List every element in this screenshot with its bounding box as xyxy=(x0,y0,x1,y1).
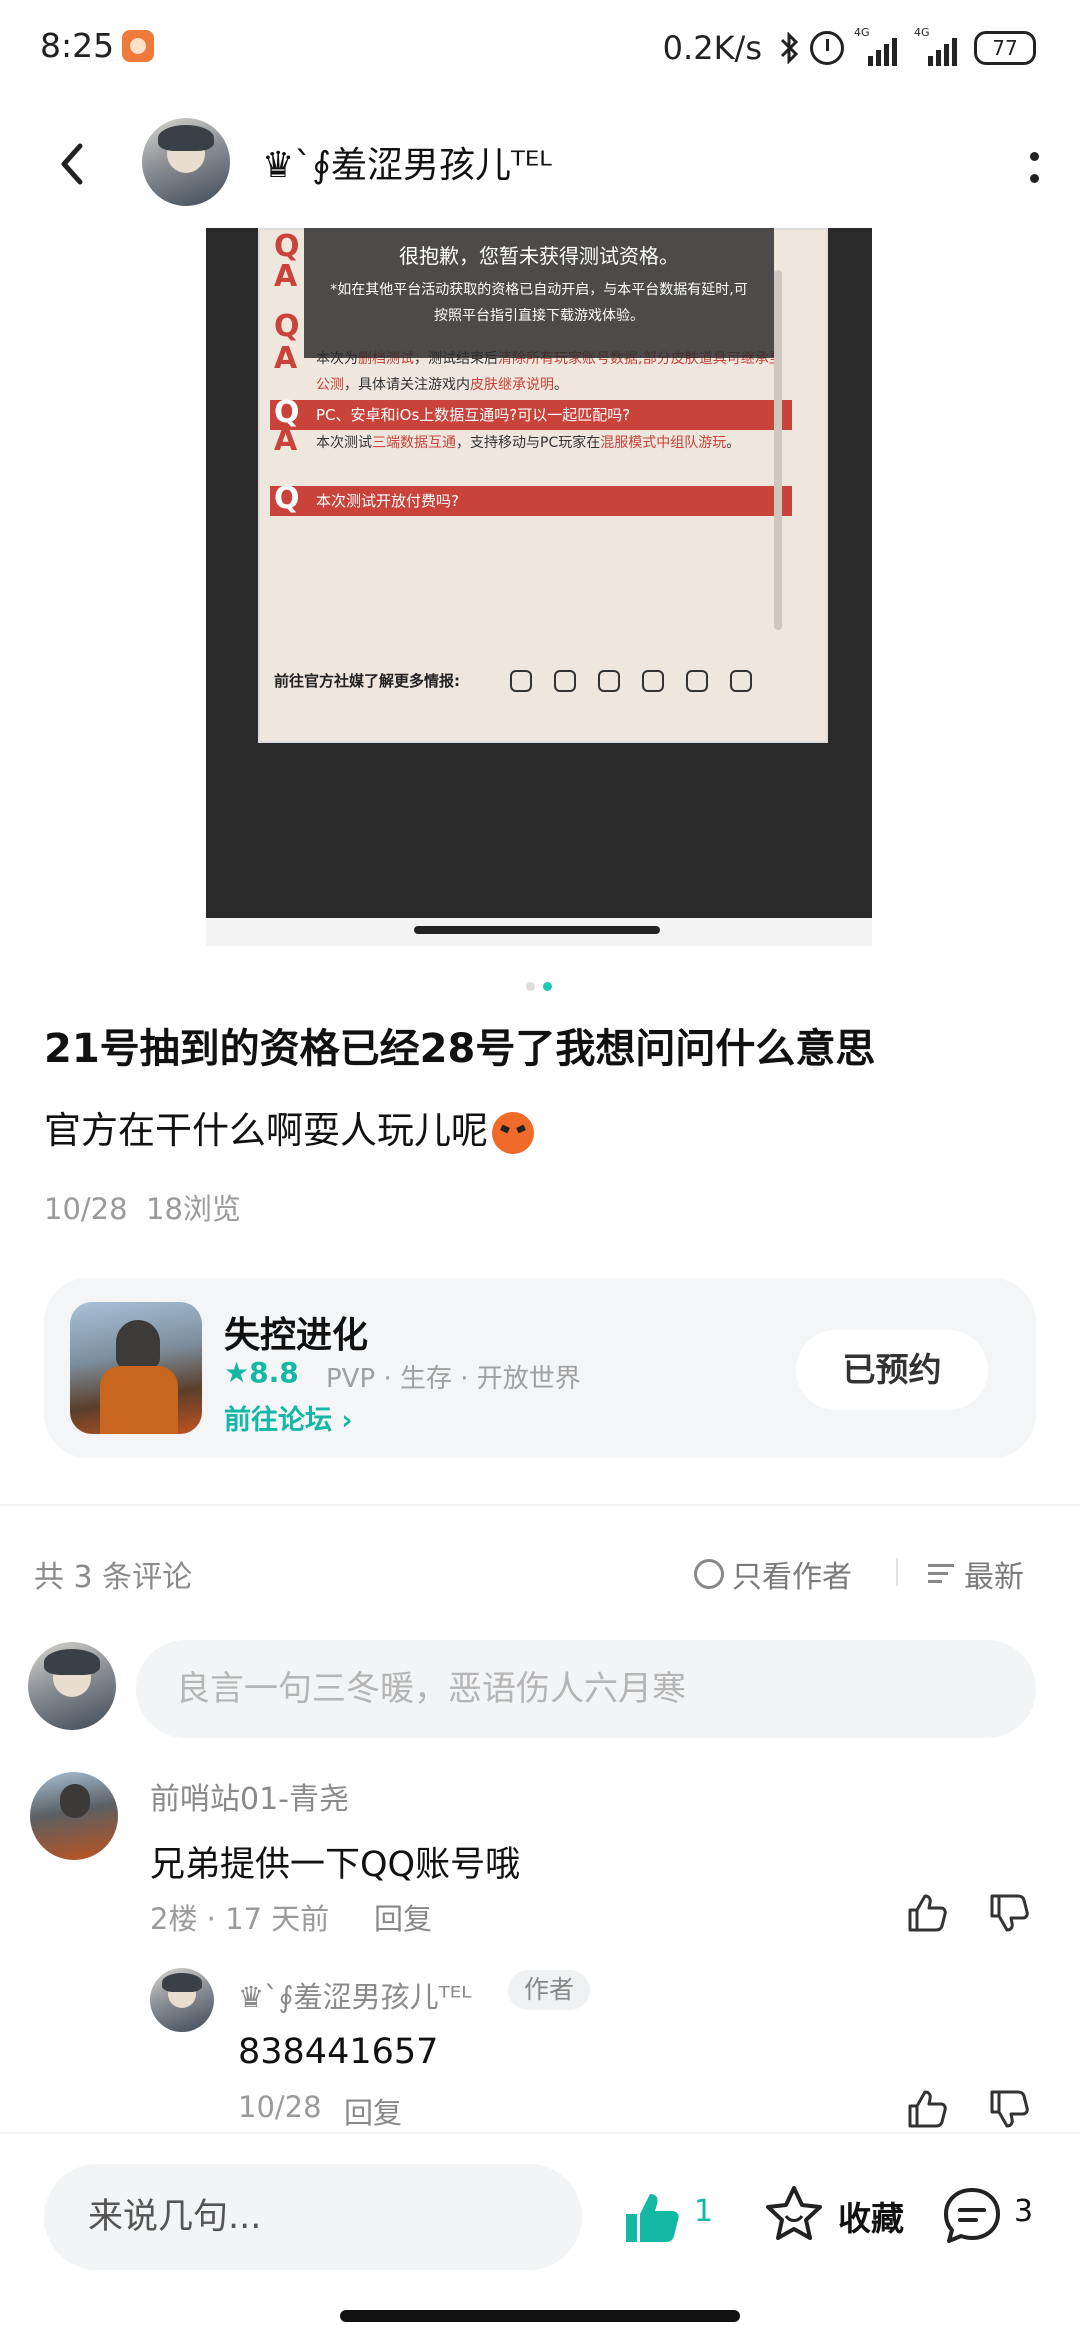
social-label: 前往官方社媒了解更多情报: xyxy=(274,672,460,690)
faq-question: PC、安卓和iOs上数据互通吗?可以一起匹配吗? xyxy=(316,406,631,424)
reply-time: 10/28 xyxy=(238,2090,322,2124)
author-avatar[interactable] xyxy=(142,118,230,206)
app-notification-icon xyxy=(122,30,154,62)
reserved-button[interactable]: 已预约 xyxy=(796,1330,988,1410)
bluetooth-icon xyxy=(778,31,800,65)
forum-link[interactable]: 前往论坛 › xyxy=(224,1398,353,1437)
status-time: 8:25 xyxy=(40,26,115,65)
toast-overlay: 很抱歉，您暂未获得测试资格。 *如在其他平台活动获取的资格已自动开启，与本平台数… xyxy=(304,228,774,358)
network-speed: 0.2K/s xyxy=(662,29,762,67)
faq-a-mark: A xyxy=(274,423,298,458)
bilibili-icon xyxy=(554,670,576,692)
sort-latest-button[interactable]: 最新 xyxy=(928,1552,1024,1596)
faq-q-mark: Q xyxy=(274,309,300,344)
post-meta: 10/28 18浏览 xyxy=(44,1186,241,1228)
signal-type-label: 4G xyxy=(854,26,870,39)
more-vertical-icon[interactable] xyxy=(1024,148,1044,188)
post-header: ♛`∮羞涩男孩儿ᵀᴱᴸ xyxy=(0,100,1080,230)
alarm-icon xyxy=(810,31,844,65)
author-only-label: 只看作者 xyxy=(732,1560,852,1595)
my-avatar xyxy=(28,1642,116,1730)
thumbs-up-icon[interactable] xyxy=(904,1890,950,1936)
wechat-icon xyxy=(642,670,664,692)
signal-icon: 4G xyxy=(914,26,964,66)
toast-text: *如在其他平台活动获取的资格已自动开启，与本平台数据有延时,可按照平台指引直接下… xyxy=(330,282,748,324)
thumbs-up-icon[interactable] xyxy=(904,2086,950,2132)
back-arrow-icon[interactable] xyxy=(50,140,98,188)
favorite-label[interactable]: 收藏 xyxy=(838,2192,904,2240)
social-icons xyxy=(510,670,752,692)
battery-icon: 77 xyxy=(974,31,1036,65)
bottom-action-bar: 1 收藏 3 xyxy=(0,2132,1080,2340)
reply-author-name[interactable]: ♛`∮羞涩男孩儿ᵀᴱᴸ xyxy=(238,1974,471,2016)
image-pager[interactable] xyxy=(526,982,552,991)
faq-q-mark: Q xyxy=(274,481,300,516)
toast-title: 很抱歉，您暂未获得测试资格。 xyxy=(399,244,679,268)
chevron-right-icon: › xyxy=(341,1405,353,1436)
faq-a-mark: A xyxy=(274,259,298,294)
comments-count: 共 3 条评论 xyxy=(34,1560,193,1595)
sort-label: 最新 xyxy=(964,1560,1024,1595)
signal-type-label: 4G xyxy=(914,26,930,39)
home-indicator xyxy=(414,926,660,934)
divider xyxy=(896,1558,898,1586)
game-card[interactable]: 失控进化 ★8.8 PVP · 生存 · 开放世界 前往论坛 › 已预约 xyxy=(44,1278,1036,1458)
post-date: 10/28 xyxy=(44,1192,128,1226)
chat-icon xyxy=(730,670,752,692)
scrollbar xyxy=(774,270,782,630)
post-image[interactable]: Q A Q A 本次为删档测试，测试结束后清除所有玩家账号数据;部分皮肤道具可继… xyxy=(206,228,872,946)
game-tags: PVP · 生存 · 开放世界 xyxy=(326,1364,581,1394)
like-count: 1 xyxy=(694,2194,714,2229)
angry-face-icon xyxy=(492,1111,534,1154)
comment-count: 3 xyxy=(1014,2194,1034,2229)
comment-meta: 2楼 · 17 天前 xyxy=(150,1902,330,1936)
author-badge: 作者 xyxy=(508,1970,591,2010)
game-icon[interactable] xyxy=(70,1302,202,1434)
comment-text: 兄弟提供一下QQ账号哦 xyxy=(150,1845,521,1885)
reply-button[interactable]: 回复 xyxy=(344,2090,402,2132)
sort-icon xyxy=(928,1562,956,1586)
comment-input[interactable] xyxy=(136,1640,1036,1738)
commenter-avatar[interactable] xyxy=(30,1772,118,1860)
say-something-input[interactable] xyxy=(44,2164,582,2270)
game-name: 失控进化 xyxy=(224,1315,369,1356)
star-icon[interactable] xyxy=(762,2182,826,2246)
commenter-name[interactable]: 前哨站01-青尧 xyxy=(150,1774,349,1818)
signal-icon: 4G xyxy=(854,26,904,66)
post-title: 21号抽到的资格已经28号了我想问问什么意思 xyxy=(44,1026,876,1072)
comment-bubble-icon[interactable] xyxy=(940,2184,1004,2248)
reply-button[interactable]: 回复 xyxy=(374,1896,432,1938)
post-body: 官方在干什么啊耍人玩儿呢 xyxy=(44,1100,534,1154)
pager-dot[interactable] xyxy=(526,982,535,991)
thumbs-down-icon[interactable] xyxy=(986,2086,1032,2132)
faq-a-mark: A xyxy=(274,341,298,376)
author-only-toggle[interactable]: 只看作者 xyxy=(694,1552,852,1596)
reply-text: 838441657 xyxy=(238,2032,439,2072)
post-body-text: 官方在干什么啊耍人玩儿呢 xyxy=(44,1109,488,1152)
reply-avatar[interactable] xyxy=(150,1968,214,2032)
pager-dot-active[interactable] xyxy=(543,982,552,991)
gesture-bar xyxy=(340,2310,740,2322)
faq-question-row: 本次测试开放付费吗? xyxy=(270,486,792,516)
status-right-group: 0.2K/s 4G 4G 77 xyxy=(663,24,1036,72)
faq-question: 本次测试开放付费吗? xyxy=(316,492,459,510)
author-name[interactable]: ♛`∮羞涩男孩儿ᵀᴱᴸ xyxy=(262,136,552,188)
faq-answer: 本次测试三端数据互通，支持移动与PC玩家在混服模式中组队游玩。 xyxy=(316,435,741,451)
thumbs-down-icon[interactable] xyxy=(986,1890,1032,1936)
thumbs-up-filled-icon[interactable] xyxy=(620,2186,684,2250)
weibo-icon xyxy=(686,670,708,692)
post-views: 18浏览 xyxy=(146,1192,241,1226)
image-bottom-strip xyxy=(206,918,872,946)
game-rating: ★8.8 xyxy=(224,1356,299,1389)
tv-icon xyxy=(598,670,620,692)
status-bar: 8:25 0.2K/s 4G 4G 77 xyxy=(0,0,1080,96)
section-divider xyxy=(0,1504,1080,1506)
douyin-icon xyxy=(510,670,532,692)
faq-question-row: PC、安卓和iOs上数据互通吗?可以一起匹配吗? xyxy=(270,400,792,430)
radio-icon[interactable] xyxy=(694,1559,724,1589)
